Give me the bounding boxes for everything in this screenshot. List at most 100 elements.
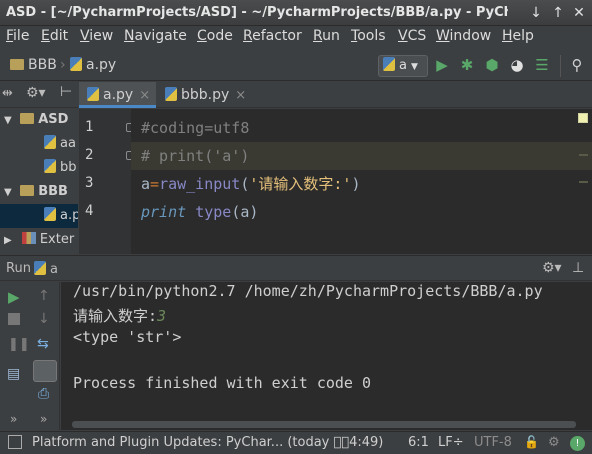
concurrency-diagram-icon[interactable]: ☰ — [533, 56, 551, 74]
title-bar: ASD - [~/PycharmProjects/ASD] - ~/Pychar… — [0, 0, 592, 26]
close-tab-icon[interactable]: × — [235, 88, 246, 103]
inspection-status-icon[interactable] — [578, 113, 588, 123]
minimize-button[interactable]: ↓ — [526, 3, 546, 23]
code-token: ) — [351, 175, 361, 193]
down-arrow-icon[interactable]: ↓ — [38, 311, 50, 327]
code-line-4: print type(a) — [131, 198, 592, 226]
tree-item-aa[interactable]: aa — [0, 132, 78, 156]
python-file-icon — [383, 57, 395, 71]
stop-icon[interactable] — [8, 313, 20, 325]
print-icon[interactable]: ⎙ — [38, 386, 49, 402]
run-console[interactable]: /usr/bin/python2.7 /home/zh/PycharmProje… — [61, 282, 592, 430]
maximize-button[interactable]: ↑ — [548, 3, 568, 23]
soft-wrap-icon[interactable]: ⇆ — [37, 336, 49, 352]
scroll-to-end-button[interactable] — [33, 360, 57, 382]
tree-item-external-libraries[interactable]: ▶ Exter — [0, 228, 78, 252]
tool-windows-icon[interactable] — [8, 435, 22, 449]
code-token: # print('a') — [141, 147, 250, 165]
tree-item-bb[interactable]: bb — [0, 156, 78, 180]
more-icon[interactable]: » — [10, 412, 17, 426]
run-tab[interactable]: a — [34, 261, 58, 277]
breadcrumb-file[interactable]: a.py — [70, 57, 116, 73]
more-icon[interactable]: » — [40, 412, 47, 426]
pause-icon[interactable]: ❚❚ — [8, 337, 30, 352]
code-editor[interactable]: #coding=utf8 # print('a') a=raw_input('请… — [131, 109, 592, 254]
close-window-button[interactable]: ✕ — [569, 3, 589, 23]
run-tab-label: a — [50, 262, 58, 277]
tree-item-bbb[interactable]: ▼ BBB — [0, 180, 78, 204]
tree-item-label: aa — [60, 136, 76, 151]
project-tree: ▼ ASD aa bb ▼ BBB a.p ▶ Exter — [0, 108, 78, 254]
menu-vcs[interactable]: VCS — [398, 28, 426, 44]
code-token: a — [141, 175, 151, 193]
search-icon[interactable]: ⚲ — [568, 56, 586, 74]
error-stripe-mark[interactable] — [579, 154, 588, 156]
menu-window[interactable]: Window — [436, 28, 491, 44]
menu-help[interactable]: Help — [502, 28, 534, 44]
restore-layout-icon[interactable]: ▤ — [7, 366, 20, 382]
horizontal-scrollbar[interactable] — [72, 421, 576, 428]
menu-navigate[interactable]: Navigate — [124, 28, 187, 44]
folder-icon — [10, 59, 24, 70]
event-log-icon[interactable]: ! — [570, 436, 585, 451]
tree-item-asd[interactable]: ▼ ASD — [0, 108, 78, 132]
folder-icon — [20, 185, 35, 196]
gear-icon[interactable]: ⚙▾ — [542, 260, 562, 276]
window-title: ASD - [~/PycharmProjects/ASD] - ~/Pychar… — [6, 5, 508, 20]
console-prompt: 请输入数字: — [73, 307, 158, 325]
debug-icon[interactable]: ✱ — [458, 56, 476, 74]
up-arrow-icon[interactable]: ↑ — [38, 288, 50, 304]
expand-arrow-icon[interactable]: ▼ — [4, 115, 12, 126]
code-token: '请输入数字:' — [249, 175, 352, 193]
run-icon[interactable]: ▶ — [433, 56, 451, 74]
status-message[interactable]: Platform and Plugin Updates: PyChar... (… — [32, 435, 383, 450]
menu-refactor[interactable]: Refactor — [243, 28, 302, 44]
expand-arrow-icon[interactable]: ▶ — [4, 235, 12, 246]
tab-a-py[interactable]: a.py × — [79, 82, 156, 108]
menu-tools[interactable]: Tools — [351, 28, 386, 44]
run-configuration-select[interactable]: a ▼ — [378, 55, 428, 77]
close-tab-icon[interactable]: × — [139, 88, 150, 103]
gear-icon[interactable]: ⚙▾ — [26, 85, 46, 101]
line-number-gutter: 1 2 3 4 — [79, 109, 135, 254]
run-panel-title: Run — [6, 261, 31, 276]
expand-arrow-icon[interactable]: ▼ — [4, 187, 12, 198]
menu-code[interactable]: Code — [197, 28, 233, 44]
hide-panel-icon[interactable]: ⊥ — [572, 260, 584, 276]
folder-icon — [20, 113, 35, 124]
tree-item-label: ASD — [38, 112, 69, 127]
code-token: type — [195, 203, 232, 221]
caret-position[interactable]: 6:1 — [408, 435, 429, 450]
code-line-3: a=raw_input('请输入数字:') — [131, 170, 592, 198]
breadcrumb-project[interactable]: BBB — [10, 57, 57, 73]
error-stripe-mark[interactable] — [579, 181, 588, 183]
tree-item-a-py[interactable]: a.p — [0, 204, 78, 228]
status-bar: Platform and Plugin Updates: PyChar... (… — [0, 431, 592, 454]
run-toolbar: ▶ ↑ ↓ ❚❚ ⇆ ▤ ⎙ » » — [0, 282, 60, 430]
menu-run[interactable]: Run — [313, 28, 340, 44]
file-encoding[interactable]: UTF-8 — [474, 435, 512, 450]
run-coverage-icon[interactable]: ⬢ — [483, 56, 501, 74]
python-file-icon — [70, 57, 82, 71]
breadcrumb-separator-icon: › — [60, 57, 66, 73]
library-icon — [21, 232, 36, 244]
menu-edit[interactable]: Edit — [41, 28, 68, 44]
collapse-all-icon[interactable]: ⇹ — [2, 86, 13, 101]
project-panel-toolbar: ⇹ ⚙▾ ⊢ — [0, 82, 78, 108]
console-user-input: 3 — [157, 307, 167, 325]
breadcrumb-project-label: BBB — [28, 57, 57, 73]
tab-bbb-py[interactable]: bbb.py × — [157, 82, 253, 108]
python-file-icon — [34, 261, 46, 275]
profile-icon[interactable]: ◕ — [508, 56, 526, 74]
navigation-bar: BBB › a.py a ▼ ▶ ✱ ⬢ ◕ ☰ ⚲ — [0, 51, 592, 81]
inspector-icon[interactable]: ⚙ — [548, 435, 560, 450]
tree-item-label: Exter — [39, 232, 75, 247]
lock-icon[interactable]: 🔓 — [524, 435, 539, 449]
menu-view[interactable]: View — [80, 28, 113, 44]
code-token: raw_input — [159, 175, 241, 193]
menu-file[interactable]: File — [6, 28, 29, 44]
hide-panel-icon[interactable]: ⊢ — [60, 84, 72, 100]
rerun-icon[interactable]: ▶ — [8, 288, 20, 306]
editor-tab-bar: a.py × bbb.py × — [79, 82, 592, 108]
line-separator[interactable]: LF÷ — [438, 435, 464, 450]
